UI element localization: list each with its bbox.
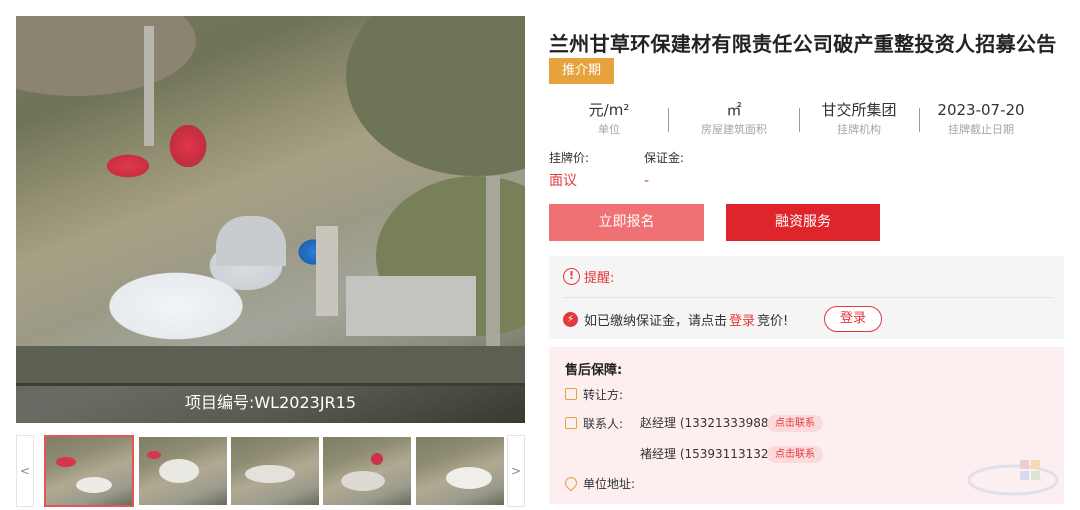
status-badge: 推介期	[549, 58, 614, 84]
watermark-logo	[968, 460, 1059, 496]
stat-agency: 甘交所集团 挂牌机构	[811, 100, 907, 138]
reminder-message: ⚡ 如已缴纳保证金，请点击 登录 竞价!	[563, 308, 788, 330]
main-project-photo[interactable]: 项目编号:WL2023JR15	[16, 16, 525, 423]
contact-person-1: 赵经理 (13321333988)	[640, 416, 774, 430]
address-row: 单位地址:	[562, 474, 636, 492]
thumbnail-detail	[56, 457, 76, 467]
listing-price-label: 挂牌价:	[549, 151, 590, 165]
contact-button-2[interactable]: 点击联系	[767, 446, 823, 463]
thumbnail-prev-button[interactable]: <	[16, 435, 34, 507]
address-label: 单位地址:	[583, 476, 636, 491]
deposit-value: -	[644, 173, 650, 189]
login-button[interactable]: 登录	[824, 306, 882, 332]
location-pin-icon	[562, 474, 580, 492]
stat-unit-value: 元/m²	[588, 101, 630, 119]
stat-area-value: ㎡	[726, 101, 742, 119]
thumbnail-detail	[371, 453, 383, 465]
stat-deadline-value: 2023-07-20	[937, 101, 1025, 119]
stat-deadline: 2023-07-20 挂牌截止日期	[929, 100, 1033, 138]
deposit: 保证金: -	[644, 150, 684, 192]
stat-unit-label: 单位	[598, 123, 620, 136]
reminder-text: 如已缴纳保证金，请点击	[584, 313, 728, 329]
contact-person-2: 褚经理 (15393113132)	[640, 447, 774, 461]
after-sale-heading: 售后保障:	[565, 363, 623, 378]
stat-area-label: 房屋建筑面积	[701, 123, 767, 136]
chimney	[144, 26, 154, 146]
thumbnail-strip: < >	[16, 435, 525, 507]
divider	[563, 297, 1054, 298]
listing-price-value: 面议	[549, 173, 577, 189]
thumbnail-2[interactable]	[139, 437, 227, 505]
stat-divider	[668, 108, 669, 132]
silo	[316, 226, 338, 316]
lightning-icon: ⚡	[563, 311, 578, 327]
stat-agency-label: 挂牌机构	[837, 123, 881, 136]
stat-area: ㎡ 房屋建筑面积	[689, 100, 779, 138]
thumbnail-1[interactable]	[44, 435, 134, 507]
stat-deadline-label: 挂牌截止日期	[948, 123, 1014, 136]
foreground-slope	[16, 346, 525, 386]
contact-row: 联系人:	[565, 414, 623, 432]
transferor-label: 转让方:	[583, 387, 624, 402]
stat-divider	[919, 108, 920, 132]
hillside	[16, 16, 196, 96]
stat-divider	[799, 108, 800, 132]
thumbnail-next-button[interactable]: >	[507, 435, 525, 507]
thumbnail-5[interactable]	[416, 437, 504, 505]
reminder-label: 提醒:	[584, 270, 615, 286]
reminder-panel: ! 提醒: ⚡ 如已缴纳保证金，请点击 登录 竞价! 登录	[549, 256, 1064, 339]
listing-price: 挂牌价: 面议	[549, 150, 589, 192]
deposit-label: 保证金:	[644, 151, 685, 165]
listing-stats: 元/m² 单位 ㎡ 房屋建筑面积 甘交所集团 挂牌机构 2023-07-20 挂…	[549, 100, 1064, 140]
financing-service-button[interactable]: 融资服务	[726, 204, 880, 241]
thumbnail-detail	[76, 477, 112, 493]
thumbnail-3[interactable]	[231, 437, 319, 505]
login-link[interactable]: 登录	[729, 310, 755, 329]
reminder-text-end: 竞价!	[757, 313, 789, 329]
stat-agency-value: 甘交所集团	[821, 101, 897, 119]
contact-card-icon	[565, 417, 577, 429]
hillside	[346, 16, 525, 176]
stat-unit: 元/m² 单位	[569, 100, 649, 138]
contact-label: 联系人:	[583, 416, 624, 431]
project-number-caption: 项目编号:WL2023JR15	[16, 383, 525, 423]
contact-button-1[interactable]: 点击联系	[767, 415, 823, 432]
storage-dome	[216, 216, 286, 266]
listing-title: 兰州甘草环保建材有限责任公司破产重整投资人招募公告	[549, 32, 1057, 56]
alert-icon: !	[563, 267, 580, 285]
reminder-header: ! 提醒:	[563, 266, 614, 286]
thumbnail-detail	[341, 471, 385, 491]
signup-button[interactable]: 立即报名	[549, 204, 704, 241]
factory-building	[346, 276, 476, 336]
transferor-row: 转让方:	[565, 385, 623, 403]
thumbnail-detail	[245, 465, 295, 483]
thumbnail-4[interactable]	[323, 437, 411, 505]
thumbnail-detail	[159, 459, 199, 483]
thumbnail-detail	[446, 467, 492, 489]
thumbnail-detail	[147, 451, 161, 459]
building-icon	[565, 388, 577, 400]
